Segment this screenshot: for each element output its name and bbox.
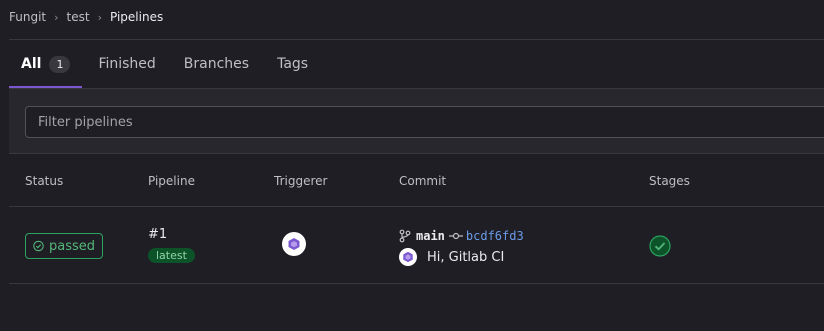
- branch-link[interactable]: main: [416, 229, 445, 243]
- tab-all-label: All: [21, 56, 42, 72]
- column-header-pipeline: Pipeline: [148, 174, 195, 188]
- tab-branches-label: Branches: [183, 56, 250, 72]
- branch-icon: [399, 229, 411, 243]
- tab-finished-label: Finished: [98, 56, 156, 72]
- tab-tags-label: Tags: [277, 56, 309, 72]
- triggerer-avatar[interactable]: [282, 232, 306, 256]
- commit-icon: [448, 232, 463, 240]
- breadcrumb-item-current[interactable]: Pipelines: [110, 10, 163, 24]
- tab-branches[interactable]: Branches: [172, 40, 261, 88]
- check-circle-icon: [33, 240, 44, 252]
- stage-status-button[interactable]: [649, 235, 671, 261]
- latest-badge: latest: [148, 248, 195, 263]
- filter-bar: [9, 88, 824, 154]
- commit-ref-line: main bcdf6fd3: [399, 228, 524, 244]
- column-header-status: Status: [25, 174, 64, 188]
- pipeline-tabs: All 1 Finished Branches Tags: [9, 40, 320, 88]
- chevron-right-icon: ›: [97, 10, 102, 24]
- success-icon: [649, 235, 671, 257]
- tab-tags[interactable]: Tags: [265, 40, 320, 88]
- chevron-right-icon: ›: [54, 10, 59, 24]
- avatar-icon: [403, 251, 413, 263]
- column-header-commit: Commit: [399, 174, 447, 188]
- status-badge[interactable]: passed: [25, 233, 103, 259]
- column-header-stages: Stages: [649, 174, 690, 188]
- breadcrumb-item-group[interactable]: Fungit: [9, 10, 46, 24]
- commit-author-avatar[interactable]: [399, 248, 417, 266]
- avatar-icon: [288, 238, 300, 250]
- commit-title-line: Hi, Gitlab CI: [399, 248, 504, 266]
- status-label: passed: [48, 238, 95, 254]
- tab-finished[interactable]: Finished: [86, 40, 167, 88]
- pipeline-id-link[interactable]: #1: [148, 227, 167, 242]
- table-row-divider: [9, 283, 824, 284]
- tab-all[interactable]: All 1: [9, 40, 83, 88]
- breadcrumb-item-project[interactable]: test: [67, 10, 90, 24]
- column-header-triggerer: Triggerer: [274, 174, 328, 188]
- filter-pipelines-input[interactable]: [25, 106, 824, 138]
- table-header-divider: [9, 206, 824, 207]
- commit-sha-link[interactable]: bcdf6fd3: [466, 229, 524, 243]
- breadcrumb: Fungit › test › Pipelines: [9, 9, 163, 25]
- commit-title-link[interactable]: Hi, Gitlab CI: [427, 250, 504, 265]
- tab-all-count-badge: 1: [49, 55, 71, 73]
